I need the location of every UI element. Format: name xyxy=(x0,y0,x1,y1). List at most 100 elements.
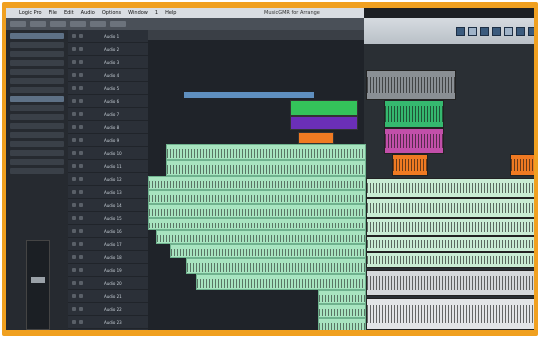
midi-region-orange[interactable] xyxy=(298,132,334,144)
track-header[interactable]: Audio 16 xyxy=(68,225,148,238)
channel-fader[interactable] xyxy=(26,240,50,330)
mute-button[interactable] xyxy=(72,138,76,142)
mute-button[interactable] xyxy=(72,164,76,168)
audio-region[interactable] xyxy=(148,218,366,230)
mute-button[interactable] xyxy=(72,86,76,90)
solo-button[interactable] xyxy=(79,190,83,194)
menu-window[interactable]: Window xyxy=(128,10,148,16)
solo-button[interactable] xyxy=(79,164,83,168)
solo-button[interactable] xyxy=(79,125,83,129)
track-header[interactable]: Audio 8 xyxy=(68,121,148,134)
mute-button[interactable] xyxy=(72,34,76,38)
track-header[interactable]: Audio 23 xyxy=(68,316,148,329)
track-header[interactable]: Audio 7 xyxy=(68,108,148,121)
midi-region-green[interactable] xyxy=(290,100,358,116)
audio-region[interactable] xyxy=(166,160,366,176)
toolbar-button[interactable] xyxy=(110,21,126,27)
toolbar-button[interactable] xyxy=(90,21,106,27)
inspector-row[interactable] xyxy=(10,114,64,120)
menu-file[interactable]: File xyxy=(49,10,57,16)
mute-button[interactable] xyxy=(72,125,76,129)
audio-region[interactable] xyxy=(156,230,366,244)
solo-button[interactable] xyxy=(79,229,83,233)
inspector-row[interactable] xyxy=(10,150,64,156)
solo-button[interactable] xyxy=(79,86,83,90)
inspector-row[interactable] xyxy=(10,87,64,93)
audio-region[interactable] xyxy=(186,258,366,274)
track-header[interactable]: Audio 14 xyxy=(68,199,148,212)
toolbar-button[interactable] xyxy=(10,21,26,27)
audio-region[interactable] xyxy=(148,176,366,190)
audio-region[interactable] xyxy=(366,270,534,296)
bar-ruler[interactable] xyxy=(148,30,364,40)
toolbar-button[interactable] xyxy=(492,26,501,36)
inspector-row[interactable] xyxy=(10,69,64,75)
audio-region[interactable] xyxy=(318,290,366,304)
toolbar-button[interactable] xyxy=(528,26,534,36)
toolbar-button[interactable] xyxy=(504,26,513,36)
solo-button[interactable] xyxy=(79,203,83,207)
toolbar-button[interactable] xyxy=(50,21,66,27)
audio-region[interactable] xyxy=(196,274,366,290)
solo-button[interactable] xyxy=(79,99,83,103)
inspector-row[interactable] xyxy=(10,123,64,129)
solo-button[interactable] xyxy=(79,73,83,77)
inspector-row[interactable] xyxy=(10,78,64,84)
solo-button[interactable] xyxy=(79,294,83,298)
solo-button[interactable] xyxy=(79,34,83,38)
mute-button[interactable] xyxy=(72,281,76,285)
mute-button[interactable] xyxy=(72,255,76,259)
mute-button[interactable] xyxy=(72,203,76,207)
solo-button[interactable] xyxy=(79,242,83,246)
track-header[interactable]: Audio 17 xyxy=(68,238,148,251)
inspector-row[interactable] xyxy=(10,105,64,111)
toolbar-button[interactable] xyxy=(480,26,489,36)
track-header[interactable]: Audio 9 xyxy=(68,134,148,147)
solo-button[interactable] xyxy=(79,112,83,116)
track-header[interactable]: Audio 6 xyxy=(68,95,148,108)
audio-region[interactable] xyxy=(366,218,534,236)
inspector-row[interactable] xyxy=(10,168,64,174)
inspector-row[interactable] xyxy=(10,141,64,147)
solo-button[interactable] xyxy=(79,268,83,272)
midi-region-purple[interactable] xyxy=(290,116,358,130)
mute-button[interactable] xyxy=(72,47,76,51)
toolbar-button[interactable] xyxy=(516,26,525,36)
menu-edit[interactable]: Edit xyxy=(64,10,74,16)
track-header[interactable]: Audio 13 xyxy=(68,186,148,199)
inspector-row[interactable] xyxy=(10,132,64,138)
inspector-row[interactable] xyxy=(10,42,64,48)
track-header[interactable]: Audio 10 xyxy=(68,147,148,160)
inspector-row[interactable] xyxy=(10,51,64,57)
audio-region[interactable] xyxy=(148,204,366,218)
menu-screenset[interactable]: 1 xyxy=(155,10,158,16)
audio-region[interactable] xyxy=(366,252,534,268)
mute-button[interactable] xyxy=(72,294,76,298)
solo-button[interactable] xyxy=(79,307,83,311)
inspector-row[interactable] xyxy=(10,159,64,165)
audio-region[interactable] xyxy=(318,318,366,330)
audio-region[interactable] xyxy=(170,244,366,258)
track-header[interactable]: Audio 21 xyxy=(68,290,148,303)
mute-button[interactable] xyxy=(72,229,76,233)
cycle-region[interactable] xyxy=(184,92,314,98)
menu-options[interactable]: Options xyxy=(102,10,121,16)
audio-region[interactable] xyxy=(166,144,366,160)
audio-region[interactable] xyxy=(366,198,534,218)
track-header[interactable]: Audio 15 xyxy=(68,212,148,225)
inspector-row[interactable] xyxy=(10,60,64,66)
mute-button[interactable] xyxy=(72,242,76,246)
track-header[interactable]: Audio 12 xyxy=(68,173,148,186)
audio-region[interactable] xyxy=(392,154,428,176)
audio-region[interactable] xyxy=(148,190,366,204)
menu-app-name[interactable]: Logic Pro xyxy=(19,10,42,16)
mute-button[interactable] xyxy=(72,151,76,155)
audio-region[interactable] xyxy=(384,100,444,128)
menu-help[interactable]: Help xyxy=(165,10,176,16)
audio-region[interactable] xyxy=(366,178,534,198)
mute-button[interactable] xyxy=(72,73,76,77)
solo-button[interactable] xyxy=(79,320,83,324)
mute-button[interactable] xyxy=(72,268,76,272)
track-header[interactable]: Audio 22 xyxy=(68,303,148,316)
audio-region[interactable] xyxy=(366,298,534,330)
